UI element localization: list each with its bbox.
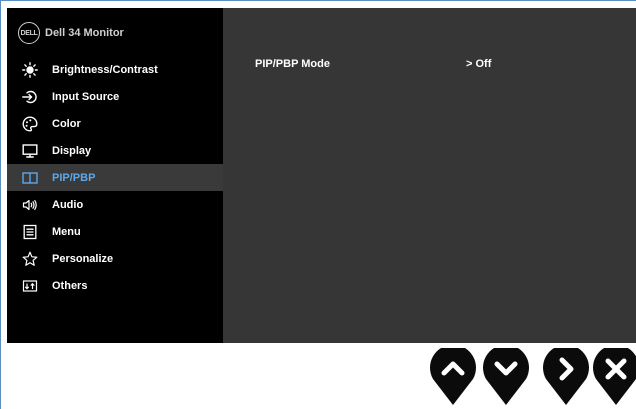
menu-item-personalize[interactable]: Personalize [7,245,223,272]
menu-item-audio[interactable]: Audio [7,191,223,218]
pip-pbp-icon [22,170,38,186]
menu-item-input-source[interactable]: Input Source [7,83,223,110]
chevron-down-icon [483,348,529,405]
exit-button[interactable] [592,348,636,406]
color-palette-icon [22,115,38,132]
input-source-icon [22,89,38,105]
menu-item-label: Audio [52,198,84,211]
frame-border-left [0,0,1,409]
monitor-model-title: Dell 34 Monitor [45,27,124,39]
menu-item-brightness-contrast[interactable]: Brightness/Contrast [7,56,223,83]
chevron-up-icon [430,348,476,405]
setting-value: > Off [466,58,492,70]
down-button[interactable] [482,348,530,406]
main-menu: Brightness/Contrast Input Source Color D… [7,56,223,299]
menu-item-label: Brightness/Contrast [52,63,158,76]
menu-item-label: Color [52,117,81,130]
settings-panel: PIP/PBP Mode > Off [223,8,636,343]
menu-item-label: Input Source [52,90,120,103]
menu-item-pip-pbp[interactable]: PIP/PBP [7,164,223,191]
dell-logo: DELL [18,22,40,44]
menu-item-label: Others [52,279,88,292]
menu-item-label: PIP/PBP [52,171,96,184]
brand-header: DELL Dell 34 Monitor [18,22,124,44]
menu-item-others[interactable]: Others [7,272,223,299]
menu-item-label: Menu [52,225,81,238]
menu-item-label: Personalize [52,252,114,265]
osd-menu: DELL Dell 34 Monitor Brightness/Contrast [7,8,636,343]
brightness-icon [22,61,38,78]
osd-sidebar: DELL Dell 34 Monitor Brightness/Contrast [7,8,223,343]
audio-icon [22,197,38,213]
close-icon [593,348,636,405]
menu-icon [22,224,38,240]
menu-item-menu[interactable]: Menu [7,218,223,245]
next-button[interactable] [542,348,590,406]
up-button[interactable] [429,348,477,406]
chevron-right-icon [543,348,589,405]
menu-item-display[interactable]: Display [7,137,223,164]
display-icon [22,143,38,159]
others-icon [22,278,38,294]
menu-item-color[interactable]: Color [7,110,223,137]
menu-item-label: Display [52,144,92,157]
star-icon [22,251,38,267]
pip-pbp-mode-row[interactable]: PIP/PBP Mode > Off [255,58,635,74]
frame-border-top [0,0,636,1]
setting-name: PIP/PBP Mode [255,58,330,70]
